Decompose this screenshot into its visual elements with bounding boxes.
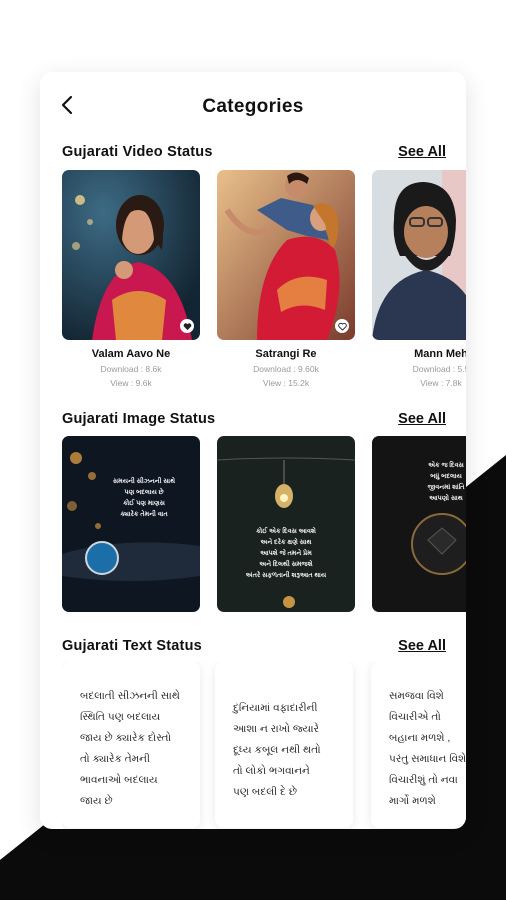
image-thumbnail[interactable]: એક જ દિવસ બધું બદલાય જીવનમાં શાંતિ આપણો …	[372, 436, 466, 612]
image-thumbnail[interactable]: સમયની સીઝનની સાથે પણ બદલાય છે કોઈ પણ માણ…	[62, 436, 200, 612]
header: Categories	[40, 72, 466, 138]
section-title: Gujarati Image Status	[62, 411, 216, 427]
video-thumbnail[interactable]	[217, 170, 355, 340]
image-section-header: Gujarati Image Status See All	[62, 408, 446, 430]
view-count: View : 7.8k	[420, 378, 462, 388]
text-status-content: બદલાતી સીઝનની સાથે સ્થિતિ પણ બદલાય જાય છ…	[80, 690, 180, 807]
image-row: સમયની સીઝનની સાથે પણ બદલાય છે કોઈ પણ માણ…	[62, 436, 466, 612]
text-status-content: સમજવા વિશે વિચારીએ તો બહાના મળશે , પરંતુ…	[389, 690, 466, 807]
text-status-content: દુનિયામાં વફાદારીની આશા ન રાખો જ્યારે દૂ…	[233, 702, 321, 798]
download-count: Download : 8.6k	[100, 364, 162, 374]
page-title: Categories	[202, 96, 304, 117]
video-title: Satrangi Re	[255, 348, 317, 360]
heart-outline-icon[interactable]	[335, 319, 349, 333]
text-row: બદલાતી સીઝનની સાથે સ્થિતિ પણ બદલાય જાય છ…	[62, 662, 466, 829]
text-section-header: Gujarati Text Status See All	[62, 635, 446, 657]
image-quote-text: કોઈ એક દિવસ આવશે અને દરેક ક્ષણે સાથ આપશે…	[245, 528, 327, 579]
see-all-button[interactable]: See All	[398, 411, 446, 427]
text-status-card[interactable]: દુનિયામાં વફાદારીની આશા ન રાખો જ્યારે દૂ…	[215, 662, 353, 828]
download-count: Download : 9.60k	[253, 364, 319, 374]
video-thumbnail[interactable]	[372, 170, 466, 340]
text-status-card[interactable]: સમજવા વિશે વિચારીએ તો બહાના મળશે , પરંતુ…	[371, 662, 466, 828]
categories-card: Categories Gujarati Video Status See All	[40, 72, 466, 829]
section-title: Gujarati Video Status	[62, 144, 213, 160]
image-quote-text: એક જ દિવસ બધું બદલાય જીવનમાં શાંતિ આપણો …	[427, 462, 465, 502]
video-caption: Valam Aavo Ne Download : 8.6k View : 9.6…	[62, 348, 200, 388]
video-caption: Mann Meh Download : 5.5 View : 7.8k	[372, 348, 466, 388]
heart-icon[interactable]	[180, 319, 194, 333]
view-count: View : 9.6k	[110, 378, 152, 388]
see-all-button[interactable]: See All	[398, 144, 446, 160]
image-thumbnail[interactable]: કોઈ એક દિવસ આવશે અને દરેક ક્ષણે સાથ આપશે…	[217, 436, 355, 612]
text-status-card[interactable]: બદલાતી સીઝનની સાથે સ્થિતિ પણ બદલાય જાય છ…	[62, 662, 200, 828]
video-thumbnail[interactable]	[62, 170, 200, 340]
see-all-button[interactable]: See All	[398, 638, 446, 654]
video-title: Mann Meh	[414, 348, 466, 360]
download-count: Download : 5.5	[412, 364, 466, 374]
video-caption: Satrangi Re Download : 9.60k View : 15.2…	[217, 348, 355, 388]
view-count: View : 15.2k	[262, 378, 310, 388]
video-section-header: Gujarati Video Status See All	[62, 141, 446, 163]
section-title: Gujarati Text Status	[62, 638, 202, 654]
video-title: Valam Aavo Ne	[91, 348, 171, 360]
video-row: Valam Aavo Ne Download : 8.6k View : 9.6…	[62, 170, 466, 392]
image-quote-text: સમયની સીઝનની સાથે પણ બદલાય છે કોઈ પણ માણ…	[112, 478, 176, 518]
